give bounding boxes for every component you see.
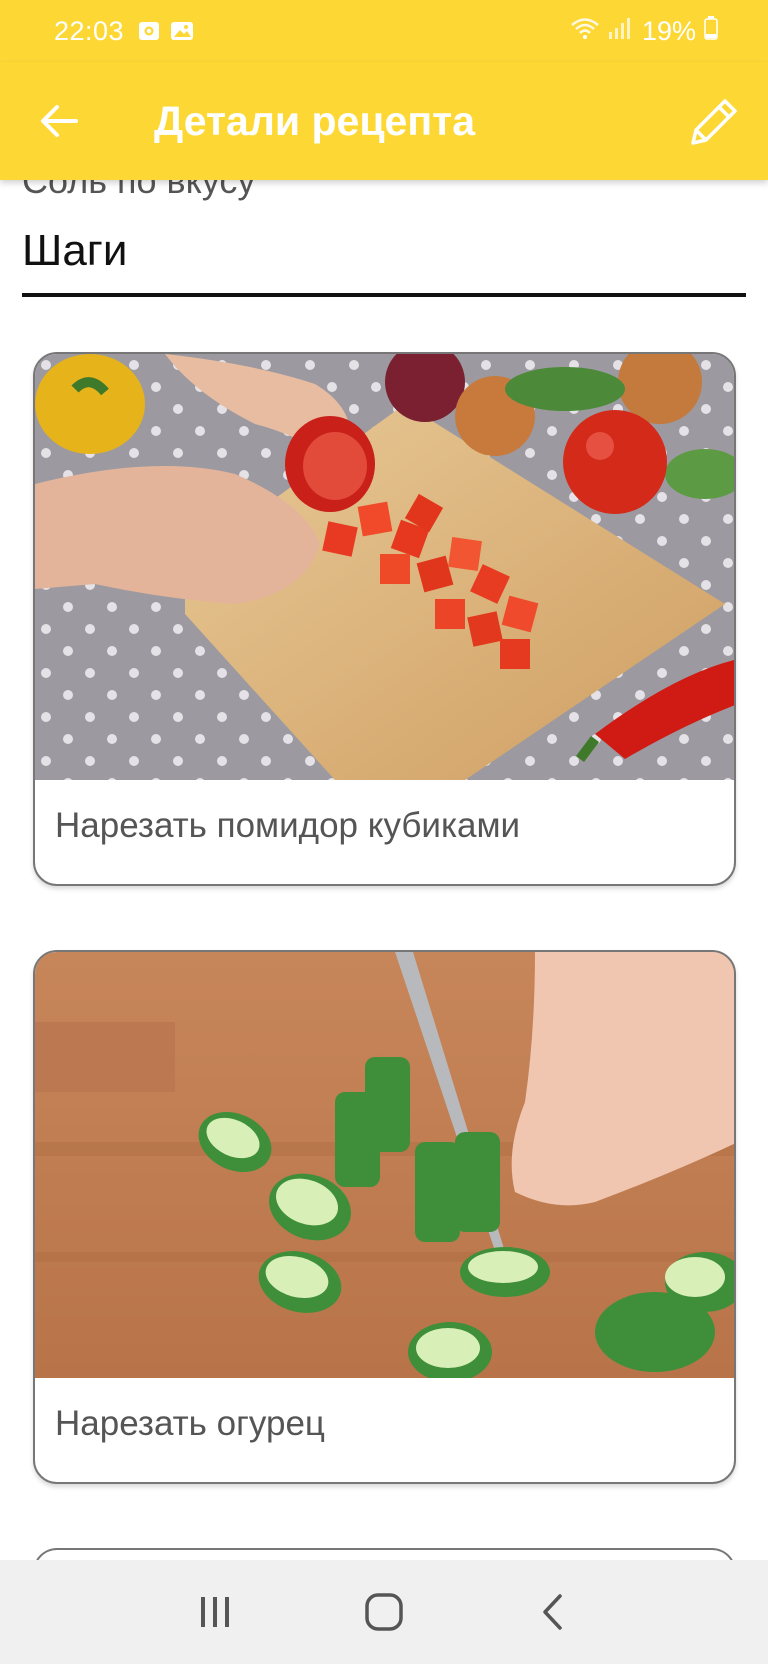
app-bar: Детали рецепта <box>0 62 768 180</box>
camera-notification-icon <box>138 20 160 42</box>
home-button[interactable] <box>354 1582 414 1642</box>
edit-button[interactable] <box>684 92 744 152</box>
step-card[interactable] <box>33 1548 736 1560</box>
nav-back-button[interactable] <box>523 1582 583 1642</box>
tomato-cutting-photo <box>35 354 734 780</box>
system-nav-bar <box>0 1560 768 1664</box>
status-time: 22:03 <box>54 15 125 46</box>
step-caption: Нарезать огурец <box>55 1404 325 1443</box>
step-caption: Нарезать помидор кубиками <box>55 806 521 845</box>
back-button[interactable] <box>34 96 84 146</box>
arrow-back-icon <box>41 105 78 137</box>
step-card[interactable]: Нарезать огурец <box>33 950 736 1484</box>
cucumber-cutting-photo <box>35 952 734 1378</box>
section-divider <box>22 293 746 297</box>
back-icon <box>543 1594 563 1630</box>
gallery-notification-icon <box>170 20 194 42</box>
battery-percent: 19% <box>641 15 696 46</box>
recents-icon <box>200 1597 229 1627</box>
signal-icon <box>608 16 634 47</box>
battery-icon <box>704 15 718 47</box>
step-card[interactable]: Нарезать помидор кубиками <box>33 352 736 886</box>
recents-button[interactable] <box>185 1582 245 1642</box>
steps-section-title: Шаги <box>22 226 128 275</box>
page-title: Детали рецепта <box>154 97 475 144</box>
home-icon <box>365 1593 403 1631</box>
wifi-icon <box>570 16 600 47</box>
edit-pencil-icon <box>691 99 737 145</box>
ingredient-line: Соль по вкусу <box>22 180 256 201</box>
recipe-details-content[interactable]: Соль по вкусу Шаги Нарезать помидор куби… <box>0 180 768 1560</box>
status-bar: 22:03 19% <box>0 0 768 62</box>
